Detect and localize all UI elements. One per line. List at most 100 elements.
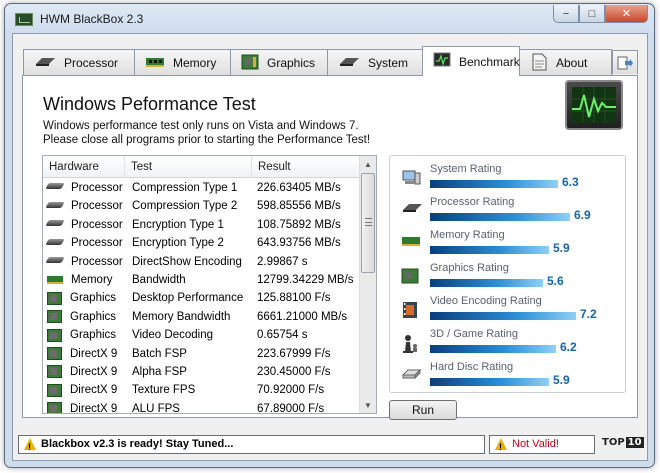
validity-text: Not Valid! — [512, 438, 559, 450]
column-header-test[interactable]: Test — [125, 156, 252, 178]
column-header-hardware[interactable]: Hardware — [43, 156, 125, 178]
table-row[interactable]: Graphics Memory Bandwidth 6661.21000 MB/s — [43, 308, 361, 326]
top10-logo: TOP 10 — [602, 437, 644, 448]
rating-bar — [430, 279, 543, 287]
film-icon — [401, 301, 421, 319]
cell-test: Batch FSP — [132, 347, 187, 360]
tab-label: About — [556, 56, 588, 70]
cell-hardware: Graphics — [47, 289, 116, 307]
table-row[interactable]: Memory Bandwidth 12799.34229 MB/s — [43, 271, 361, 289]
export-button[interactable] — [612, 50, 638, 74]
cell-test: Memory Bandwidth — [132, 310, 231, 323]
tab-strip: Processor Memory Graphics System Benchma… — [23, 46, 612, 76]
tab-label: Benchmark — [459, 54, 520, 69]
table-row[interactable]: Processor Compression Type 2 598.85556 MB/… — [43, 197, 361, 215]
cell-hardware: Processor — [45, 253, 123, 271]
title-bar[interactable]: HWM BlackBox 2.3 − □ ✕ — [5, 4, 654, 34]
hardware-name: Processor — [71, 218, 123, 231]
close-button[interactable]: ✕ — [605, 5, 648, 23]
cell-result: 230.45000 F/s — [257, 366, 331, 378]
cell-result: 598.85556 MB/s — [257, 200, 341, 213]
cell-result: 223.67999 F/s — [257, 347, 331, 360]
cell-test: Alpha FSP — [132, 366, 187, 378]
tab-graphics[interactable]: Graphics — [230, 49, 328, 76]
cell-test: Desktop Performance — [132, 292, 244, 305]
graphics-card-icon — [241, 54, 259, 73]
window-controls: − □ ✕ — [553, 5, 648, 23]
cpu-icon — [401, 202, 422, 220]
table-row[interactable]: DirectX 9 Texture FPS 70.92000 F/s — [43, 381, 361, 399]
app-window: HWM BlackBox 2.3 − □ ✕ Processor Memory — [4, 3, 655, 468]
table-row[interactable]: DirectX 9 Batch FSP 223.67999 F/s — [43, 345, 361, 363]
cell-result: 67.89000 F/s — [257, 402, 325, 414]
rating-label: Memory Rating — [430, 229, 505, 241]
rating-item: Graphics Rating 5.6 — [390, 261, 625, 294]
cell-result: 6661.21000 MB/s — [257, 310, 348, 323]
tab-label: Processor — [64, 56, 119, 70]
rating-item: Processor Rating 6.9 — [390, 195, 625, 228]
table-row[interactable]: Processor DirectShow Encoding 2.99867 s — [43, 253, 361, 271]
hardware-name: Graphics — [70, 310, 117, 323]
cell-result: 125.88100 F/s — [257, 292, 331, 305]
table-scrollbar[interactable]: ▲ ▼ — [359, 156, 376, 413]
cell-hardware: DirectX 9 — [47, 381, 117, 399]
window-title: HWM BlackBox 2.3 — [40, 12, 144, 26]
cpu-icon — [45, 257, 65, 264]
hardware-name: DirectX 9 — [70, 366, 118, 378]
cell-test: Compression Type 1 — [132, 182, 238, 194]
rating-label: 3D / Game Rating — [430, 328, 519, 340]
cell-hardware: Processor — [45, 216, 123, 234]
cell-result: 643.93756 MB/s — [257, 237, 341, 250]
cell-result: 70.92000 F/s — [257, 384, 325, 397]
graphics-card-icon — [47, 365, 62, 379]
validity-status: Not Valid! — [489, 435, 595, 456]
tab-benchmark[interactable]: Benchmark — [422, 46, 520, 76]
rating-item: Video Encoding Rating 7.2 — [390, 294, 625, 327]
cell-hardware: DirectX 9 — [47, 363, 117, 381]
maximize-button[interactable]: □ — [579, 5, 605, 23]
status-message-text: Blackbox v2.3 is ready! Stay Tuned... — [41, 438, 234, 450]
app-icon — [15, 13, 33, 26]
minimize-button[interactable]: − — [553, 5, 579, 23]
tab-about[interactable]: About — [519, 49, 612, 76]
table-row[interactable]: Processor Compression Type 1 226.63405 MB/… — [43, 179, 361, 197]
tab-label: System — [368, 56, 409, 70]
tab-memory[interactable]: Memory — [134, 49, 231, 76]
hardware-name: DirectX 9 — [70, 347, 118, 360]
graphics-card-icon — [47, 328, 62, 342]
status-bar: Blackbox v2.3 is ready! Stay Tuned... No… — [12, 431, 648, 458]
table-row[interactable]: Graphics Video Decoding 0.65754 s — [43, 326, 361, 344]
hardware-name: Processor — [71, 200, 123, 213]
performance-monitor-icon — [565, 80, 623, 130]
scroll-down-arrow-icon[interactable]: ▼ — [360, 397, 376, 413]
cell-hardware: Graphics — [47, 308, 116, 326]
info-text-line-2: Please close all programs prior to start… — [43, 134, 371, 146]
tab-label: Memory — [173, 56, 217, 70]
table-row[interactable]: DirectX 9 Alpha FSP 230.45000 F/s — [43, 363, 361, 381]
table-row[interactable]: Processor Encryption Type 1 108.75892 MB/s — [43, 216, 361, 234]
run-button[interactable]: Run — [389, 400, 457, 420]
cell-hardware: Processor — [45, 179, 123, 197]
hardware-name: Processor — [71, 182, 123, 194]
table-row[interactable]: Processor Encryption Type 2 643.93756 MB/s — [43, 234, 361, 252]
scroll-up-arrow-icon[interactable]: ▲ — [360, 156, 376, 172]
memory-icon — [145, 56, 165, 71]
table-row[interactable]: DirectX 9 ALU FPS 67.89000 F/s — [43, 400, 361, 414]
column-header-result[interactable]: Result — [252, 156, 361, 178]
cell-hardware: Graphics — [47, 326, 116, 344]
monitor-icon — [433, 52, 451, 71]
rating-label: Graphics Rating — [430, 262, 509, 274]
cell-test: Compression Type 2 — [132, 200, 238, 213]
cpu-icon — [45, 238, 65, 245]
cell-result: 0.65754 s — [257, 329, 308, 342]
cell-result: 12799.34229 MB/s — [257, 274, 354, 286]
table-header: Hardware Test Result — [43, 156, 361, 178]
tab-system[interactable]: System — [327, 49, 423, 76]
document-icon — [530, 53, 548, 74]
cell-test: Texture FPS — [132, 384, 196, 397]
table-row[interactable]: Graphics Desktop Performance 125.88100 F/s — [43, 289, 361, 307]
cell-test: Bandwidth — [132, 274, 186, 286]
tab-processor[interactable]: Processor — [23, 49, 135, 76]
cpu-icon — [338, 56, 360, 71]
scroll-thumb[interactable] — [361, 173, 375, 273]
